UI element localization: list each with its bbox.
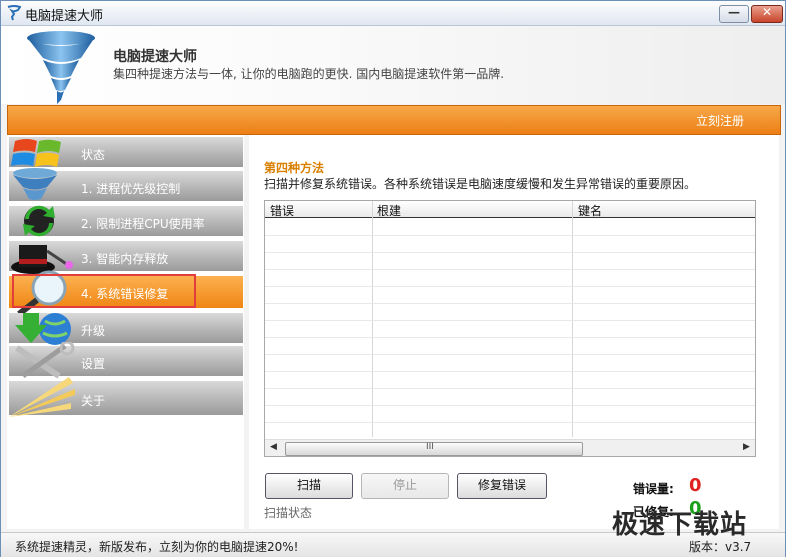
sidebar-item-label: 状态 xyxy=(81,148,106,162)
table-row xyxy=(265,303,755,304)
table-row xyxy=(265,320,755,321)
sidebar-item-about[interactable]: 关于 xyxy=(9,377,243,417)
app-window: 电脑提速大师 — ✕ 电脑提速大师 集四种提速方法与一体, 让你的电脑跑的更快.… xyxy=(0,0,786,557)
refresh-arrows-icon xyxy=(23,205,55,237)
sidebar-item-label: 1. 进程优先级控制 xyxy=(81,182,181,196)
app-header: 电脑提速大师 集四种提速方法与一体, 让你的电脑跑的更快. 国内电脑提速软件第一… xyxy=(1,26,785,104)
table-row xyxy=(265,405,755,406)
scroll-left-icon[interactable]: ◀ xyxy=(270,442,277,452)
method-description: 扫描并修复系统错误。各种系统错误是电脑速度缓慢和发生异常错误的重要原因。 xyxy=(264,177,697,191)
sidebar-item-label: 升级 xyxy=(81,324,106,338)
table-row xyxy=(265,286,755,287)
promo-text[interactable]: 系统提速精灵，新版发布，立刻为你的电脑提速20%! xyxy=(15,538,298,555)
sidebar-item-label: 2. 限制进程CPU使用率 xyxy=(81,217,205,231)
scan-button[interactable]: 扫描 xyxy=(265,473,353,499)
column-header-error[interactable]: 错误 xyxy=(270,202,294,219)
sidebar-item-upgrade[interactable]: 升级 xyxy=(9,313,243,345)
scroll-grip: III xyxy=(426,442,434,452)
minimize-icon: — xyxy=(728,5,740,19)
sidebar-item-label: 3. 智能内存释放 xyxy=(81,252,169,266)
error-count-value: 0 xyxy=(689,475,702,496)
table-row xyxy=(265,354,755,355)
column-divider xyxy=(372,201,373,437)
column-header-root-key[interactable]: 根建 xyxy=(377,202,401,219)
app-name: 电脑提速大师 xyxy=(113,49,197,65)
sidebar-item-settings[interactable]: 设置 xyxy=(9,342,243,379)
light-rays-icon xyxy=(9,377,75,417)
tools-icon xyxy=(15,342,75,379)
tornado-icon xyxy=(13,168,57,200)
scrollbar-thumb[interactable]: III xyxy=(285,442,583,456)
main-panel: 第四种方法 扫描并修复系统错误。各种系统错误是电脑速度缓慢和发生异常错误的重要原… xyxy=(249,135,779,529)
sidebar-item-process-priority[interactable]: 1. 进程优先级控制 xyxy=(9,168,243,201)
sidebar: 状态 1. 进程优先级控制 2. 限制进程CPU使用率 3. 智能内存释放 4.… xyxy=(7,135,244,529)
window-title: 电脑提速大师 xyxy=(25,9,104,24)
error-count-label: 错误量: xyxy=(633,482,674,496)
sidebar-item-label: 关于 xyxy=(81,394,106,408)
column-header-key-name[interactable]: 键名 xyxy=(578,202,602,219)
tornado-app-icon xyxy=(7,5,21,21)
scan-status-text: 扫描状态 xyxy=(264,506,313,520)
app-slogan: 集四种提速方法与一体, 让你的电脑跑的更快. 国内电脑提速软件第一品牌. xyxy=(113,67,505,81)
table-row xyxy=(265,337,755,338)
selection-highlight-box xyxy=(12,274,196,308)
fix-errors-button[interactable]: 修复错误 xyxy=(457,473,547,499)
sidebar-item-label: 设置 xyxy=(81,357,106,371)
scroll-right-icon[interactable]: ▶ xyxy=(743,442,750,452)
table-row xyxy=(265,422,755,423)
register-link[interactable]: 立刻注册 xyxy=(696,112,744,129)
minimize-button[interactable]: — xyxy=(719,5,749,23)
error-list-table[interactable]: 错误 根建 键名 ◀ III ▶ xyxy=(264,200,756,457)
table-row xyxy=(265,371,755,372)
sidebar-item-memory-release[interactable]: 3. 智能内存释放 xyxy=(9,241,243,274)
close-button[interactable]: ✕ xyxy=(751,5,783,23)
tornado-logo-icon xyxy=(27,31,95,104)
windows-logo-icon xyxy=(11,139,61,167)
title-bar: 电脑提速大师 — ✕ xyxy=(1,1,785,26)
method-title: 第四种方法 xyxy=(264,161,325,175)
table-row xyxy=(265,388,755,389)
table-row xyxy=(265,269,755,270)
table-row xyxy=(265,235,755,236)
top-orange-bar: 立刻注册 xyxy=(7,105,781,135)
close-icon: ✕ xyxy=(761,5,773,19)
table-header: 错误 根建 键名 xyxy=(265,201,755,218)
sidebar-item-cpu-limit[interactable]: 2. 限制进程CPU使用率 xyxy=(9,205,243,237)
column-divider xyxy=(572,201,573,437)
table-row xyxy=(265,252,755,253)
watermark-text: 极速下载站 xyxy=(612,510,748,540)
stop-button[interactable]: 停止 xyxy=(361,473,449,499)
sidebar-item-status[interactable]: 状态 xyxy=(9,137,243,167)
horizontal-scrollbar[interactable]: ◀ III ▶ xyxy=(265,439,755,456)
